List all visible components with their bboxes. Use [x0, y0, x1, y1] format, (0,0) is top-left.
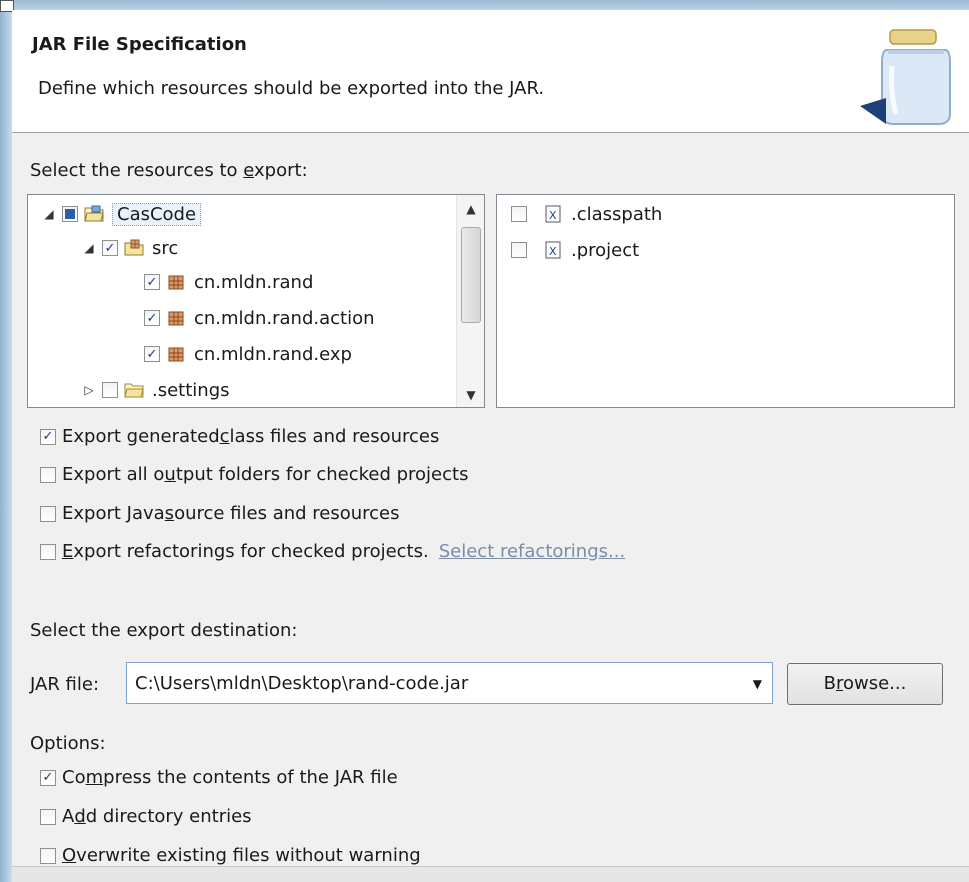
package-icon [168, 275, 184, 290]
checkbox[interactable]: ✓ [40, 428, 56, 445]
scroll-down-icon[interactable]: ▼ [457, 383, 484, 407]
tree-item-src[interactable]: ◢ ✓ src [82, 231, 178, 265]
select-refactorings-link[interactable]: Select refactorings... [439, 541, 625, 562]
file-checkbox-project[interactable] [511, 242, 527, 258]
tree-item-package[interactable]: ✓ cn.mldn.rand.exp [144, 337, 352, 371]
export-class-files-checkbox[interactable]: ✓ Export generated c lass files and resou… [40, 426, 439, 447]
jar-icon [860, 29, 951, 125]
tree-label-src: src [152, 237, 179, 259]
xml-file-icon: X [545, 205, 561, 223]
checkbox[interactable]: ✓ [40, 769, 56, 786]
tree-label: cn.mldn.rand.action [194, 307, 375, 329]
dialog-bottom-edge [12, 866, 969, 882]
dropdown-arrow-icon[interactable]: ▼ [753, 677, 762, 691]
checkbox[interactable] [40, 847, 56, 864]
checkbox[interactable] [40, 505, 56, 522]
options-label: Options: [30, 733, 106, 754]
export-output-folders-checkbox[interactable]: Export all o u tput folders for checked pr… [40, 464, 468, 485]
resource-file-list[interactable]: X .classpath X .project [496, 194, 955, 408]
checkbox[interactable] [40, 543, 56, 560]
tree-checkbox-settings[interactable] [102, 382, 118, 398]
tree-label: cn.mldn.rand [194, 271, 314, 293]
tree-scrollbar[interactable]: ▲ ▼ [456, 195, 484, 407]
package-icon [168, 347, 184, 362]
tree-label-settings: .settings [152, 379, 230, 401]
page-title: JAR File Specification [32, 34, 247, 55]
resources-label: Select the resources to export: [30, 160, 308, 181]
add-directory-entries-checkbox[interactable]: Add directory entries [40, 806, 252, 827]
window-frame-left [0, 0, 12, 882]
folder-icon [124, 383, 144, 398]
package-icon [168, 311, 184, 326]
collapse-icon[interactable]: ◢ [82, 241, 96, 255]
expand-icon[interactable]: ▷ [82, 383, 96, 397]
tree-checkbox-package[interactable]: ✓ [144, 274, 160, 290]
tree-checkbox-package[interactable]: ✓ [144, 346, 160, 362]
tree-item-cascode[interactable]: ◢ CasCode [42, 197, 202, 231]
resource-tree[interactable]: ◢ CasCode ◢ ✓ src ✓ cn.mldn.rand ✓ cn.ml… [27, 194, 485, 408]
svg-text:X: X [549, 209, 557, 222]
compress-checkbox[interactable]: ✓ Co m press the contents of the JAR file [40, 767, 398, 788]
file-item-classpath[interactable]: X .classpath [511, 197, 662, 231]
page-description: Define which resources should be exporte… [38, 78, 545, 99]
jar-file-combo[interactable]: C:\Users\mldn\Desktop\rand-code.jar ▼ [126, 662, 773, 704]
scroll-up-icon[interactable]: ▲ [457, 197, 484, 221]
browse-button[interactable]: Browse... [787, 663, 943, 705]
project-folder-icon [84, 205, 104, 222]
tree-label-cascode: CasCode [112, 202, 202, 226]
tree-checkbox-cascode[interactable] [62, 206, 78, 222]
window-frame-top [0, 0, 969, 10]
checkbox[interactable] [40, 466, 56, 483]
svg-text:X: X [549, 245, 557, 258]
overwrite-files-checkbox[interactable]: Overwrite existing files without warning [40, 845, 421, 866]
jar-file-path[interactable]: C:\Users\mldn\Desktop\rand-code.jar [135, 673, 468, 694]
file-item-project[interactable]: X .project [511, 233, 639, 267]
tree-item-settings[interactable]: ▷ .settings [82, 373, 230, 407]
file-label: .project [571, 239, 640, 261]
export-refactorings-checkbox[interactable]: Export refactorings for checked projects… [40, 541, 625, 562]
file-label: .classpath [571, 203, 663, 225]
xml-file-icon: X [545, 241, 561, 259]
collapse-icon[interactable]: ◢ [42, 207, 56, 221]
tree-item-package[interactable]: ✓ cn.mldn.rand [144, 265, 313, 299]
jar-file-label: JAR file: [30, 674, 100, 695]
tree-item-package[interactable]: ✓ cn.mldn.rand.action [144, 301, 375, 335]
tree-label: cn.mldn.rand.exp [194, 343, 352, 365]
file-checkbox-classpath[interactable] [511, 206, 527, 222]
scroll-thumb[interactable] [461, 227, 481, 323]
tree-checkbox-package[interactable]: ✓ [144, 310, 160, 326]
tree-checkbox-src[interactable]: ✓ [102, 240, 118, 256]
export-java-source-checkbox[interactable]: Export Java s ource files and resources [40, 503, 400, 524]
checkbox[interactable] [40, 808, 56, 825]
source-folder-icon [124, 239, 144, 256]
destination-label: Select the export destination: [30, 620, 298, 641]
wizard-header: JAR File Specification Define which reso… [12, 10, 969, 133]
